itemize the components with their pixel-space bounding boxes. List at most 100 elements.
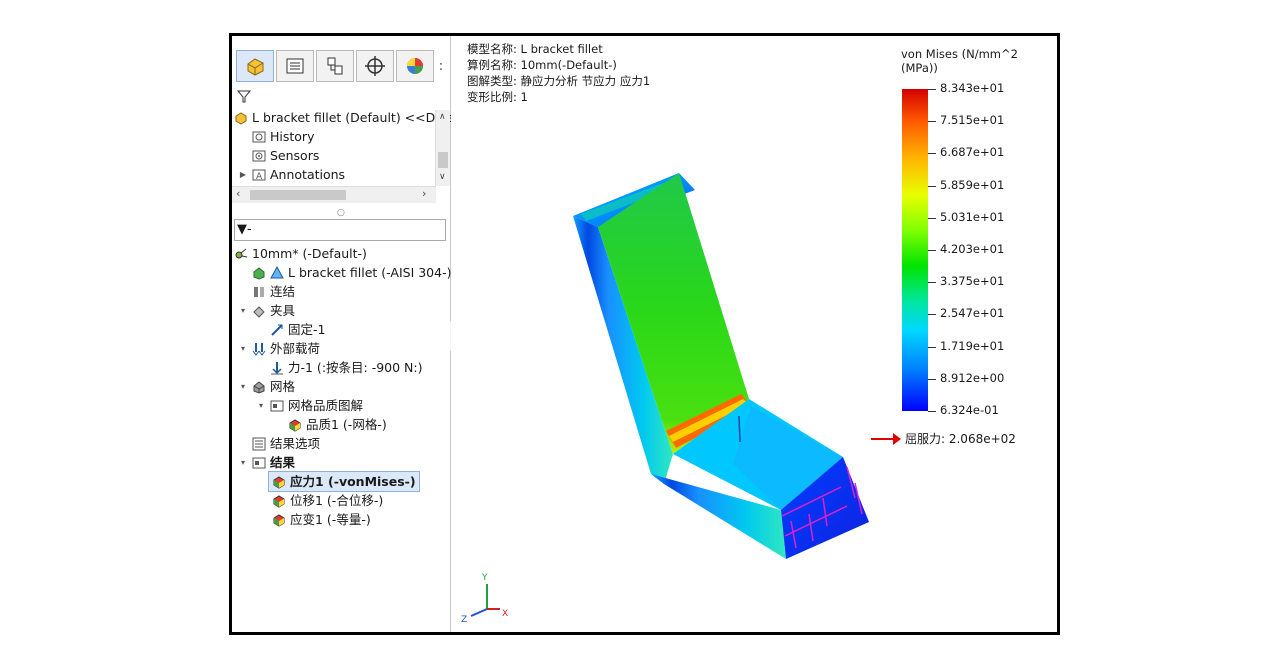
solid-body-icon [270,265,284,280]
history-label: History [270,129,315,144]
legend-tick [928,411,936,412]
plot-icon [288,418,302,432]
tree-item-result-options[interactable]: 结果选项 [232,434,450,453]
fixture-arrows [738,415,741,443]
yield-strength-marker: 屈服力: 2.068e+02 [871,430,1016,447]
tree-item-connections[interactable]: 连结 [232,282,450,301]
filter-input[interactable]: ▼- [234,219,446,241]
tree-item-external-loads[interactable]: ▾ 外部载荷 [232,339,450,358]
fixed-geometry-icon [270,323,284,337]
scroll-thumb[interactable] [438,152,448,168]
legend-tick-label: 5.031e+01 [940,209,1005,224]
scroll-down-icon[interactable]: ∨ [439,172,446,182]
result-options-icon [252,437,266,451]
expand-arrow-icon[interactable]: ▶ [238,165,248,184]
tree-item-strain-1[interactable]: 应变1 (-等量-) [232,510,450,529]
results-label: 结果 [270,455,296,470]
filter-icon[interactable] [236,88,252,108]
displacement-plot-icon [272,494,286,508]
svg-text:A: A [256,172,263,182]
folder-icon [270,399,284,413]
legend-tick [928,121,936,123]
legend-tick-label: 4.203e+01 [940,242,1005,256]
part-name: L bracket fillet (Default) <<Defa [252,110,456,125]
panel-splitter[interactable]: ○ [337,208,345,218]
legend-title: von Mises (N/mm^2 (MPa)) [901,47,1018,75]
legend-tick-label: 2.547e+01 [940,306,1005,321]
legend-tick [928,282,936,284]
history-icon [252,130,266,144]
stress-1-label: 应力1 (-vonMises-) [290,474,416,489]
connections-label: 连结 [270,284,296,299]
legend-tick [928,346,936,348]
external-loads-label: 外部载荷 [270,341,321,356]
legend-tick [928,314,936,316]
feature-manager-panel: : L bracket fillet (Default) <<Defa Hist… [232,36,455,632]
tree-item-mesh-quality-plot[interactable]: ▾ 网格品质图解 [232,396,450,415]
fixture-1-label: 固定-1 [288,322,326,337]
tree-item-fixtures[interactable]: ▾ 夹具 [232,301,450,320]
tree-item-part[interactable]: L bracket fillet (-AISI 304-) [232,263,452,282]
tree-item-displacement-1[interactable]: 位移1 (-合位移-) [232,491,450,510]
display-manager-icon[interactable] [396,50,434,82]
tree-horizontal-scrollbar[interactable]: ‹ › [232,186,436,203]
tree-item-quality-1[interactable]: 品质1 (-网格-) [232,415,450,434]
feature-tree-icon[interactable] [236,50,274,82]
dimxpert-icon[interactable] [356,50,394,82]
manager-tabs: : [236,50,446,82]
legend-tick-label: 8.343e+01 [940,81,1005,95]
sensors-label: Sensors [270,148,320,163]
filter-dropdown-icon[interactable]: ▼- [237,222,252,237]
tree-item-mesh[interactable]: ▾ 网格 [232,377,450,396]
tree-item-history[interactable]: History [232,127,450,146]
tree-item-study[interactable]: 10mm* (-Default-) [232,244,450,263]
collapse-arrow-icon[interactable]: ▾ [256,396,266,415]
fixtures-label: 夹具 [270,303,296,318]
triad-z-label: Z [461,615,467,625]
study-icon [234,247,248,261]
scroll-left-icon[interactable]: ‹ [236,187,240,200]
more-tabs-button[interactable]: : [436,50,446,82]
tree-item-force-1[interactable]: 力-1 (:按条目: -900 N:) [232,358,450,377]
collapse-arrow-icon[interactable]: ▾ [238,377,248,396]
tree-item-stress-1[interactable]: 应力1 (-vonMises-) [232,471,450,492]
legend-tick-label: 1.719e+01 [940,338,1005,353]
color-bar [902,89,928,411]
force-icon [270,361,284,375]
collapse-arrow-icon[interactable]: ▾ [238,339,248,358]
annotations-label: Annotations [270,167,346,182]
scroll-up-icon[interactable]: ∧ [439,112,446,122]
tree-vertical-scrollbar[interactable]: ∧ ∨ [435,110,450,186]
displacement-1-label: 位移1 (-合位移-) [290,493,384,508]
tree-item-sensors[interactable]: Sensors [232,146,450,165]
tree-item-annotations[interactable]: ▶ A Annotations [232,165,450,184]
collapse-arrow-icon[interactable]: ▾ [238,301,248,320]
property-manager-icon[interactable] [276,50,314,82]
part-material-icon [252,266,266,280]
legend-tick [928,217,936,219]
configuration-manager-icon[interactable] [316,50,354,82]
tree-item-results[interactable]: ▾ 结果 [232,453,450,472]
tree-item-fixture-1[interactable]: 固定-1 [232,320,450,339]
tree-item-part[interactable]: L bracket fillet (Default) <<Defa [232,108,455,127]
graphics-viewport[interactable]: 模型名称: L bracket fillet 算例名称: 10mm(-Defau… [451,36,1057,632]
legend-tick [928,378,936,380]
results-folder-icon [252,456,266,470]
stress-plot-icon [272,475,286,489]
strain-plot-icon [272,513,286,527]
scroll-thumb-h[interactable] [250,190,346,200]
legend-tick [928,250,936,251]
triad-y-label: Y [481,573,488,583]
mesh-icon [252,380,266,394]
mesh-quality-plot-label: 网格品质图解 [288,398,364,413]
scroll-right-icon[interactable]: › [422,187,426,200]
external-loads-icon [252,342,266,356]
connections-icon [252,285,266,299]
quality-1-label: 品质1 (-网格-) [306,417,387,432]
legend-tick-label: 7.515e+01 [940,113,1005,128]
collapse-arrow-icon[interactable]: ▾ [238,453,248,472]
selected-result[interactable]: 应力1 (-vonMises-) [268,471,420,492]
sensors-icon [252,149,266,163]
part-label: L bracket fillet (-AISI 304-) [288,265,452,280]
legend-tick-label: 6.687e+01 [940,145,1005,160]
